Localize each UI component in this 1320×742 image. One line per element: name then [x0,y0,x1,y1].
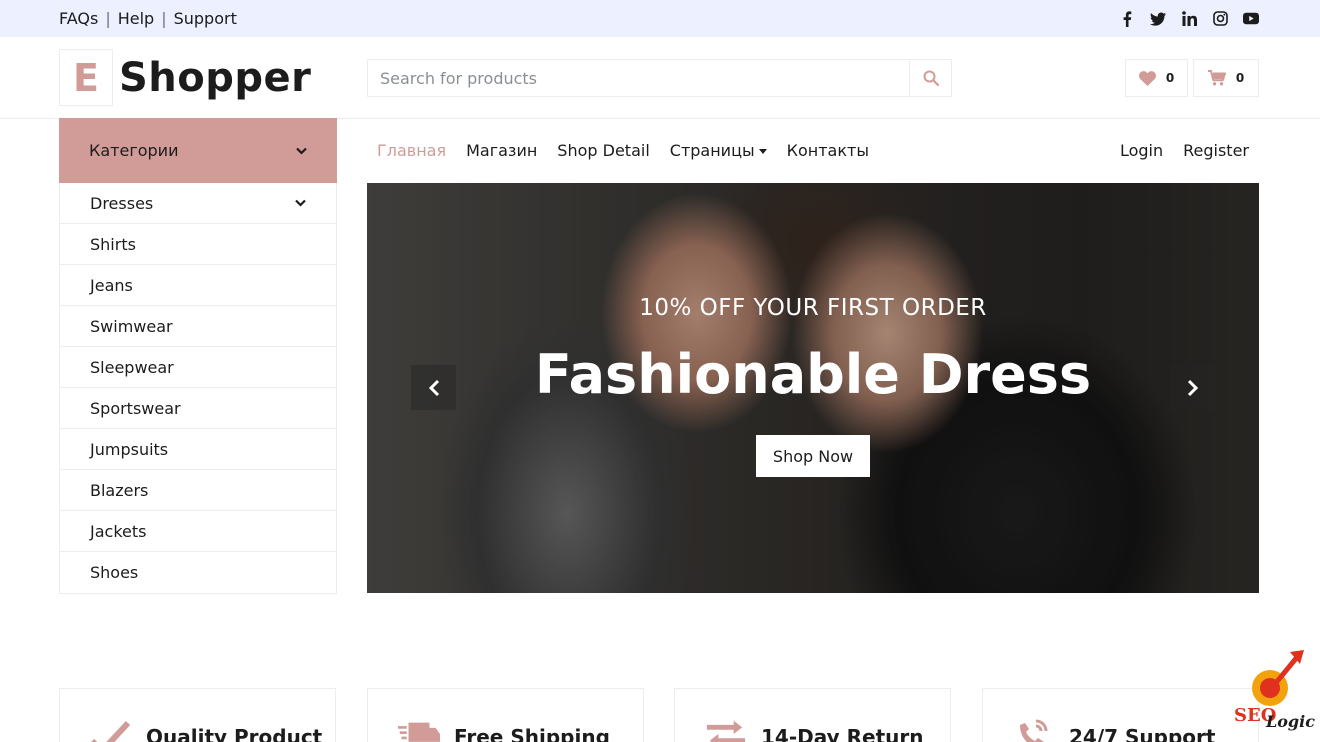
watermark-logic: Logic [1266,712,1315,731]
category-label: Shoes [90,563,139,582]
logo[interactable]: E Shopper [59,49,311,106]
feature-support: 24/7 Support [982,688,1259,742]
chevron-down-icon [296,147,307,155]
shipping-icon [398,719,440,742]
search-bar [367,59,952,97]
nav-contact[interactable]: Контакты [777,141,879,160]
nav-shop-detail[interactable]: Shop Detail [547,141,659,160]
register-link[interactable]: Register [1173,141,1259,160]
heart-icon [1138,70,1156,86]
twitter-icon[interactable] [1150,11,1166,27]
wishlist-count: 0 [1165,71,1175,85]
category-label: Jeans [90,275,133,295]
feature-label: Quality Product [146,725,323,742]
separator: | [161,9,167,28]
category-label: Sleepwear [90,357,174,377]
shop-now-button[interactable]: Shop Now [756,435,870,477]
category-label: Dresses [90,193,154,213]
cart-icon [1207,70,1226,86]
category-jeans[interactable]: Jeans [60,265,336,306]
categories-label: Категории [89,141,179,160]
separator: | [105,9,111,28]
hero-subtitle: 10% OFF YOUR FIRST ORDER [639,295,987,321]
chevron-left-icon [428,379,439,396]
support-link[interactable]: Support [174,9,237,28]
category-dresses[interactable]: Dresses [60,183,336,224]
linkedin-icon[interactable] [1181,11,1197,27]
login-link[interactable]: Login [1110,141,1173,160]
feature-label: 24/7 Support [1069,725,1216,742]
top-bar: FAQs | Help | Support [0,0,1320,37]
chevron-down-icon [295,199,306,207]
youtube-icon[interactable] [1243,11,1259,27]
category-label: Swimwear [90,316,173,336]
hero-carousel: 10% OFF YOUR FIRST ORDER Fashionable Dre… [367,183,1259,593]
category-jumpsuits[interactable]: Jumpsuits [60,429,336,470]
feature-return: 14-Day Return [674,688,951,742]
category-shoes[interactable]: Shoes [60,552,336,593]
category-sportswear[interactable]: Sportswear [60,388,336,429]
category-jackets[interactable]: Jackets [60,511,336,552]
carousel-next-button[interactable] [1170,365,1215,410]
feature-shipping: Free Shipping [367,688,644,742]
caret-down-icon [758,149,767,154]
search-icon [923,70,939,86]
chevron-right-icon [1187,379,1198,396]
logo-letter: E [59,49,113,106]
category-label: Jackets [90,521,147,541]
feature-label: Free Shipping [454,725,610,742]
seo-logic-watermark: SEO Logic [1232,650,1315,740]
check-icon [90,719,132,742]
cart-count: 0 [1235,71,1245,85]
phone-icon [1013,719,1055,742]
category-shirts[interactable]: Shirts [60,224,336,265]
feature-quality: Quality Product [59,688,336,742]
categories-toggle[interactable]: Категории [59,118,337,183]
nav-home[interactable]: Главная [367,141,456,160]
category-label: Blazers [90,480,149,500]
category-label: Jumpsuits [90,439,169,459]
nav-shop[interactable]: Магазин [456,141,547,160]
carousel-prev-button[interactable] [411,365,456,410]
facebook-icon[interactable] [1119,10,1135,27]
feature-label: 14-Day Return [761,725,924,742]
wishlist-button[interactable]: 0 [1125,59,1188,97]
category-label: Sportswear [90,398,181,418]
instagram-icon[interactable] [1212,11,1228,27]
category-list: Dresses Shirts Jeans Swimwear Sleepwear … [59,183,337,594]
nav-pages-label: Страницы [669,141,755,160]
hero-title: Fashionable Dress [534,343,1092,406]
auth-links: Login Register [1110,141,1259,160]
social-links [1119,0,1259,37]
main-nav: Главная Магазин Shop Detail Страницы Кон… [367,118,1259,183]
header: E Shopper 0 0 [0,37,1320,119]
nav-pages[interactable]: Страницы [660,141,777,160]
arrow-logo-icon [1252,650,1304,706]
category-swimwear[interactable]: Swimwear [60,306,336,347]
logo-word: Shopper [119,54,312,101]
faqs-link[interactable]: FAQs [59,9,98,28]
category-blazers[interactable]: Blazers [60,470,336,511]
search-input[interactable] [368,60,909,96]
category-sleepwear[interactable]: Sleepwear [60,347,336,388]
category-label: Shirts [90,234,136,254]
exchange-icon [705,719,747,742]
cart-button[interactable]: 0 [1193,59,1259,97]
top-links: FAQs | Help | Support [59,0,237,37]
help-link[interactable]: Help [118,9,154,28]
search-button[interactable] [909,60,951,96]
